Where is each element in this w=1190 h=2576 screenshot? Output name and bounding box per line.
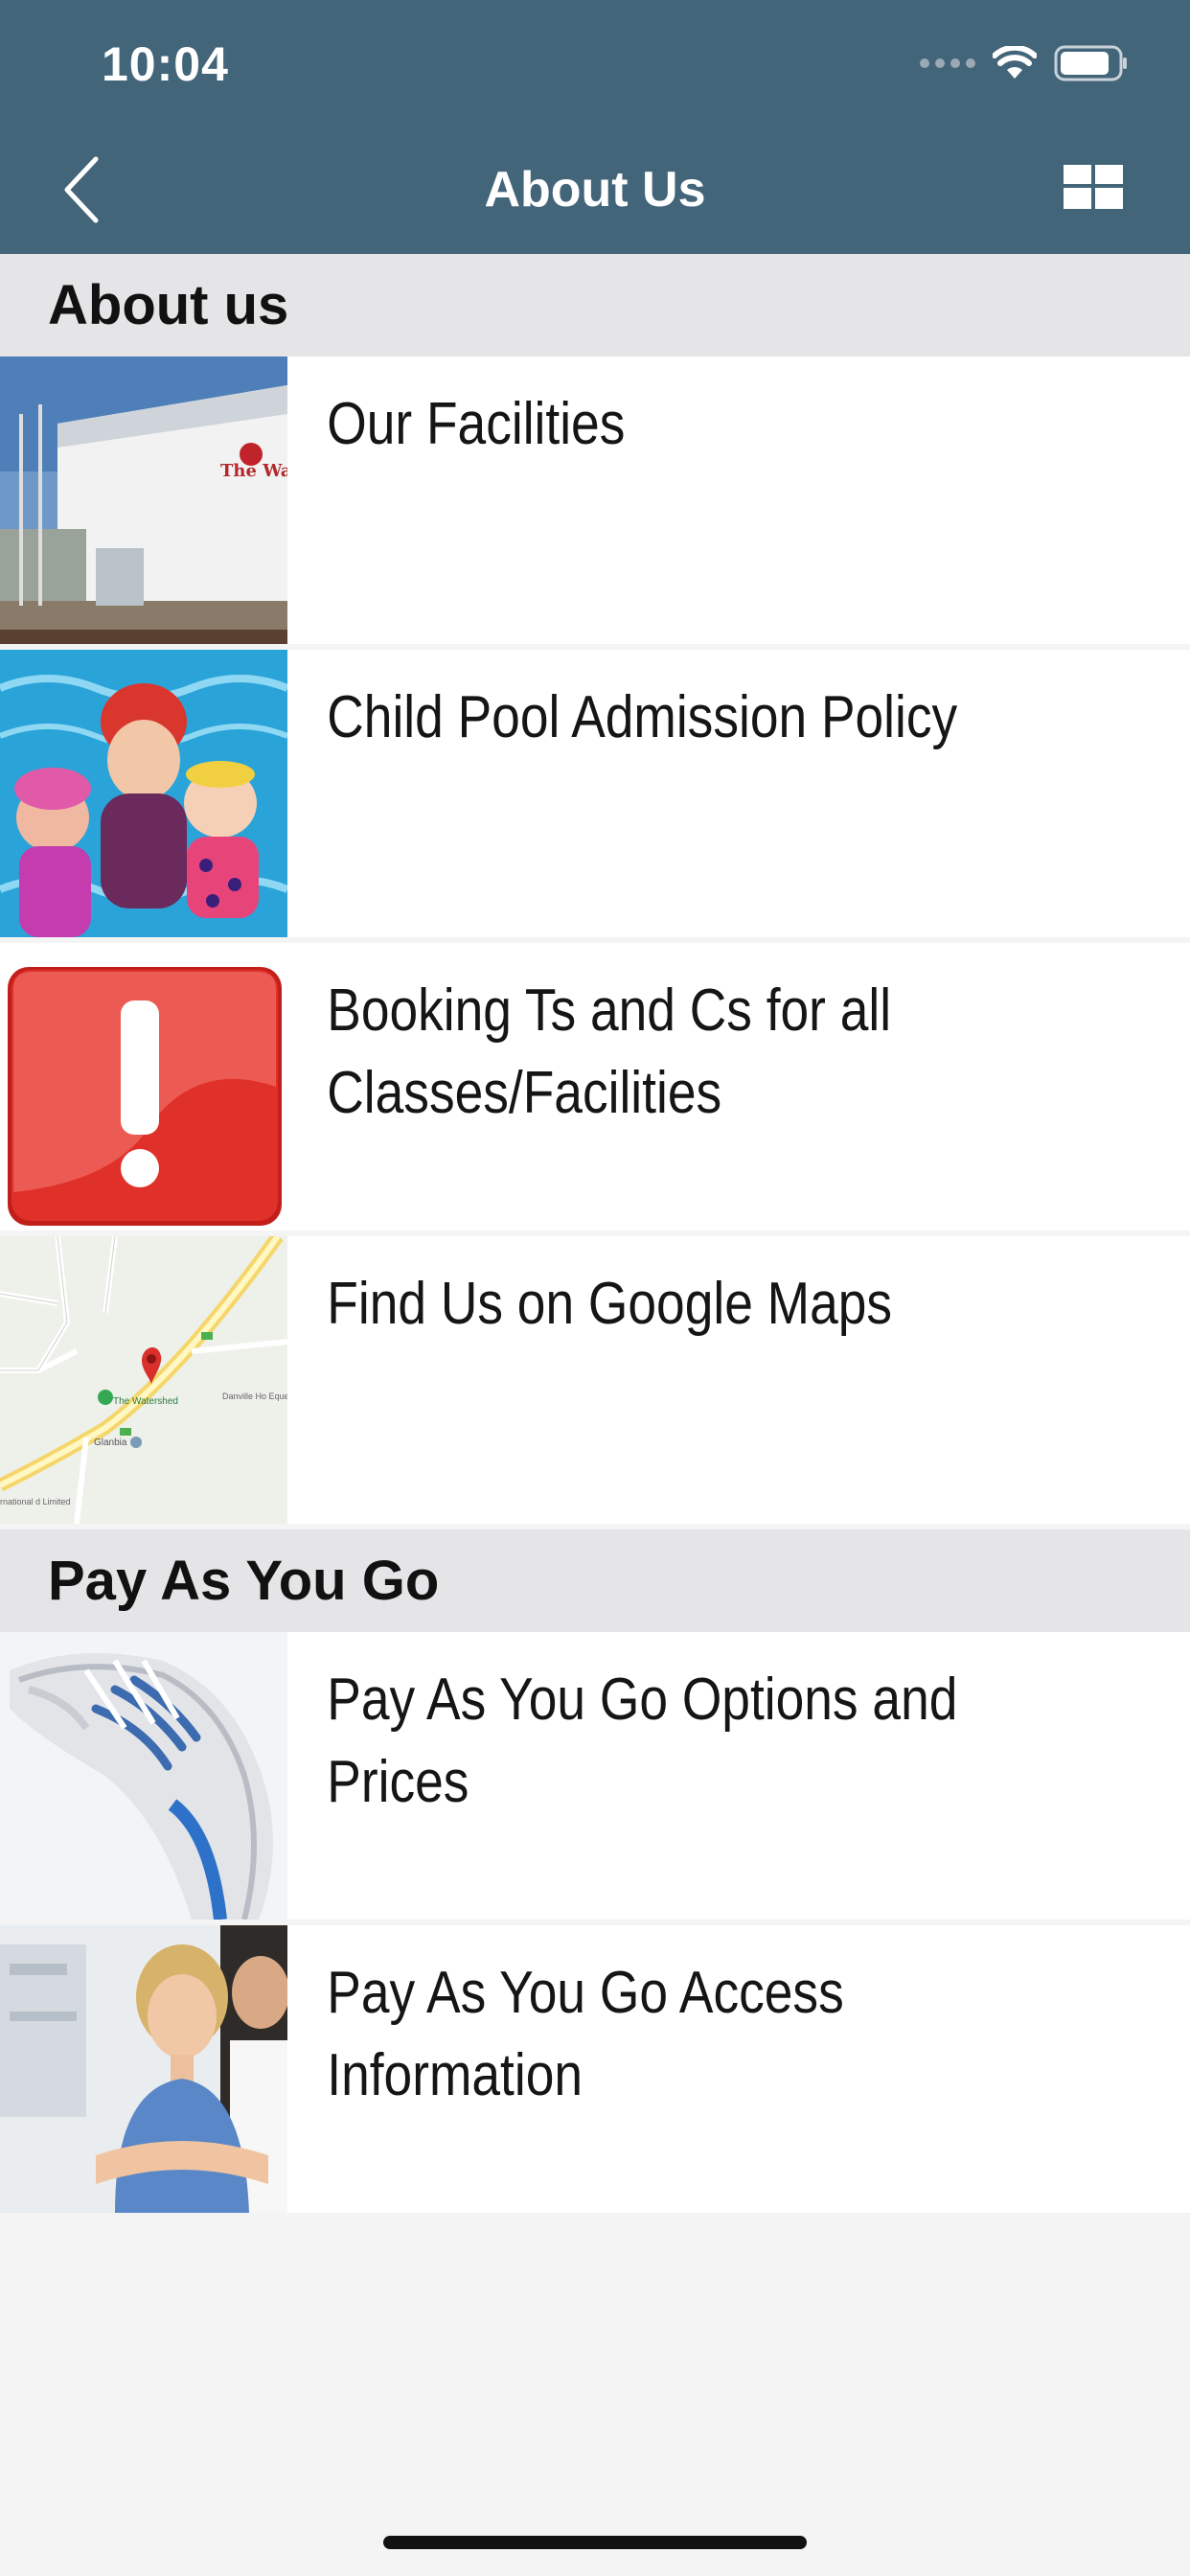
map-equestrian-label: Danville Ho Equestrian an (222, 1392, 287, 1401)
page-title: About Us (484, 162, 706, 218)
map-place-label: The Watershed (113, 1396, 178, 1407)
list-item-booking-terms[interactable]: Booking Ts and Cs for all Classes/Facili… (0, 943, 1190, 1230)
list-item-label: Booking Ts and Cs for all Classes/Facili… (327, 978, 892, 1126)
building-sign: The Watershed (220, 461, 287, 481)
facilities-thumbnail: The Watershed (0, 356, 287, 644)
pool-thumbnail (0, 650, 287, 937)
exclamation-icon (0, 943, 287, 1230)
signal-icon (920, 58, 975, 68)
grid-view-icon (1064, 165, 1123, 209)
list-item-google-maps[interactable]: The Watershed Glanbia Danville Ho Equest… (0, 1236, 1190, 1524)
status-time: 10:04 (102, 37, 229, 91)
list-item-our-facilities[interactable]: The Watershed Our Facilities (0, 356, 1190, 644)
shoe-thumbnail (0, 1632, 287, 1920)
status-icons (920, 42, 1129, 84)
grid-view-button[interactable] (1064, 165, 1123, 209)
list-item-label: Pay As You Go Access Information (327, 1960, 844, 2108)
list-item-payg-options[interactable]: Pay As You Go Options and Prices (0, 1632, 1190, 1920)
list-item-payg-access[interactable]: Pay As You Go Access Information (0, 1925, 1190, 2213)
alert-thumbnail (0, 943, 287, 1230)
section-header-pay-as-you-go: Pay As You Go (0, 1530, 1190, 1632)
section-header-about-us: About us (0, 254, 1190, 356)
list-item-child-pool-admission-policy[interactable]: Child Pool Admission Policy (0, 650, 1190, 937)
home-indicator[interactable] (383, 2536, 807, 2549)
list-item-label: Pay As You Go Options and Prices (327, 1667, 958, 1815)
wifi-icon (993, 46, 1037, 79)
map-town-label: Glanbia (94, 1438, 127, 1448)
list-item-label: Child Pool Admission Policy (327, 684, 958, 750)
list-item-label: Our Facilities (327, 391, 626, 457)
people-thumbnail (0, 1925, 287, 2213)
map-corner-label: rnational d Limited (0, 1497, 71, 1506)
menu-list: About us The Watershed Our Facilities (0, 254, 1190, 2213)
list-item-label: Find Us on Google Maps (327, 1271, 893, 1337)
map-thumbnail: The Watershed Glanbia Danville Ho Equest… (0, 1236, 287, 1524)
app-header: 10:04 About Us (0, 0, 1190, 254)
battery-icon (1054, 45, 1127, 81)
